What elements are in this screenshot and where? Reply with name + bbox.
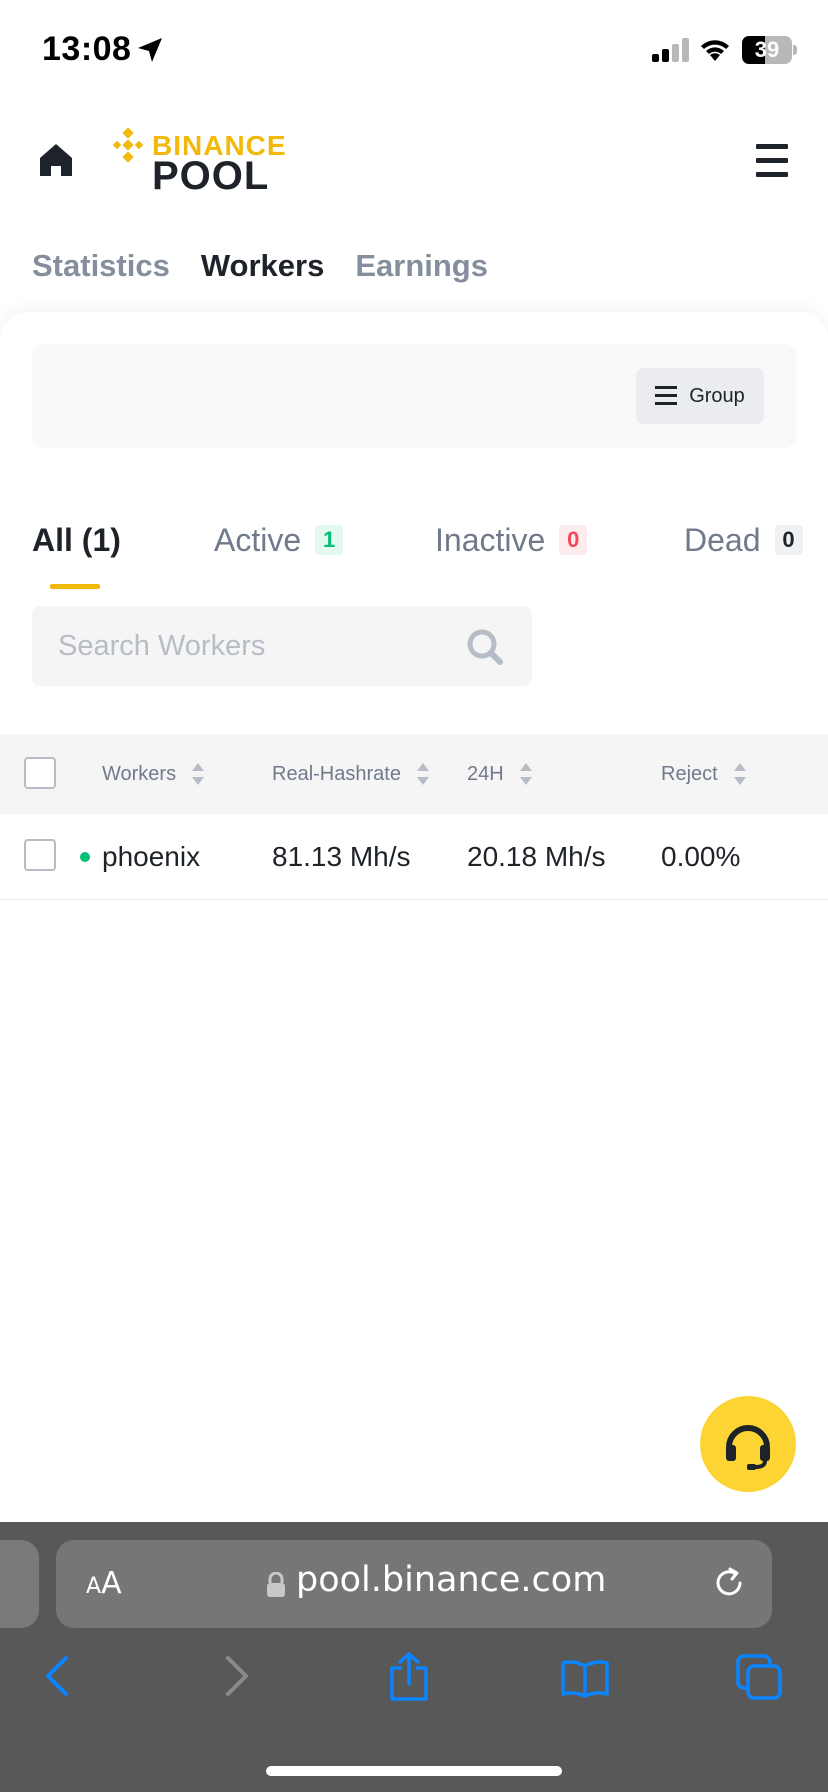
status-bar: 13:08 39 — [0, 0, 828, 100]
sort-icon — [416, 763, 429, 785]
worker-name[interactable]: phoenix — [102, 814, 200, 900]
inactive-count-badge: 0 — [559, 525, 588, 555]
reload-icon[interactable] — [712, 1566, 746, 1600]
status-tab-active[interactable]: Active 1 — [214, 518, 344, 562]
tabs-icon[interactable] — [736, 1654, 784, 1700]
back-icon[interactable] — [42, 1654, 72, 1698]
sort-icon — [192, 763, 205, 785]
support-chat-button[interactable] — [700, 1396, 796, 1492]
column-24h-label: 24H — [467, 762, 504, 785]
sort-icon — [733, 763, 746, 785]
tab-statistics[interactable]: Statistics — [32, 248, 170, 292]
previous-tab-preview[interactable] — [0, 1540, 39, 1628]
reader-text-size-button[interactable]: AA — [86, 1566, 122, 1601]
wifi-icon — [701, 40, 729, 61]
table-row[interactable]: phoenix 81.13 Mh/s 20.18 Mh/s 0.00% — [0, 814, 828, 900]
tab-earnings[interactable]: Earnings — [355, 248, 488, 292]
hamburger-menu-icon[interactable] — [756, 144, 788, 178]
status-tab-inactive[interactable]: Inactive 0 — [435, 518, 588, 562]
status-tab-dead-label: Dead — [684, 521, 761, 558]
signal-icon — [652, 38, 689, 62]
search-box — [32, 606, 532, 686]
tab-workers[interactable]: Workers — [201, 248, 325, 292]
sort-icon — [519, 763, 532, 785]
reject-value: 0.00% — [661, 841, 741, 872]
headset-icon — [726, 1425, 770, 1470]
address-bar[interactable]: AA pool.binance.com — [56, 1540, 772, 1628]
main-tabs: Statistics Workers Earnings — [32, 248, 488, 292]
table-header: Workers Real-Hashrate 24H Reject — [0, 734, 828, 814]
status-tab-inactive-label: Inactive — [435, 521, 546, 558]
column-real-hashrate[interactable]: Real-Hashrate — [272, 734, 429, 814]
binance-diamond-icon — [112, 128, 144, 163]
column-workers-label: Workers — [102, 762, 177, 785]
column-24h[interactable]: 24H — [467, 734, 532, 814]
home-indicator[interactable] — [266, 1766, 562, 1776]
content-card — [0, 312, 828, 1522]
list-icon — [655, 386, 678, 405]
select-all-checkbox[interactable] — [24, 757, 56, 789]
status-tab-dead[interactable]: Dead 0 — [684, 518, 803, 562]
column-reject[interactable]: Reject — [661, 734, 746, 814]
dead-count-badge: 0 — [774, 525, 803, 555]
forward-icon[interactable] — [222, 1654, 252, 1698]
status-dot-active — [80, 852, 90, 862]
column-reject-label: Reject — [661, 762, 718, 785]
url-text: pool.binance.com — [296, 1560, 607, 1600]
share-icon[interactable] — [388, 1652, 430, 1702]
bookmarks-icon[interactable] — [560, 1658, 610, 1698]
battery-tip — [793, 45, 797, 55]
lock-icon — [267, 1572, 285, 1597]
logo-pool-text: POOL — [152, 154, 270, 198]
home-icon[interactable] — [36, 140, 76, 180]
status-time: 13:08 — [42, 30, 132, 68]
active-count-badge: 1 — [315, 525, 344, 555]
active-tab-indicator — [50, 584, 100, 589]
column-workers[interactable]: Workers — [102, 734, 205, 814]
status-tab-active-label: Active — [214, 521, 302, 558]
battery-icon: 39 — [742, 36, 792, 64]
group-button[interactable]: Group — [636, 368, 764, 424]
search-icon[interactable] — [466, 628, 504, 666]
real-hashrate-value: 81.13 Mh/s — [272, 841, 411, 872]
battery-level: 39 — [754, 37, 780, 62]
binance-pool-logo[interactable]: BINANCE POOL — [110, 126, 290, 198]
column-real-hashrate-label: Real-Hashrate — [272, 762, 401, 785]
hashrate-24h-value: 20.18 Mh/s — [467, 841, 606, 872]
status-tab-all-label: All (1) — [32, 521, 121, 558]
location-arrow-icon — [138, 38, 162, 62]
row-checkbox[interactable] — [24, 839, 56, 871]
search-workers-input[interactable] — [32, 606, 462, 686]
status-tab-all[interactable]: All (1) — [32, 518, 121, 562]
group-button-label: Group — [689, 384, 745, 407]
